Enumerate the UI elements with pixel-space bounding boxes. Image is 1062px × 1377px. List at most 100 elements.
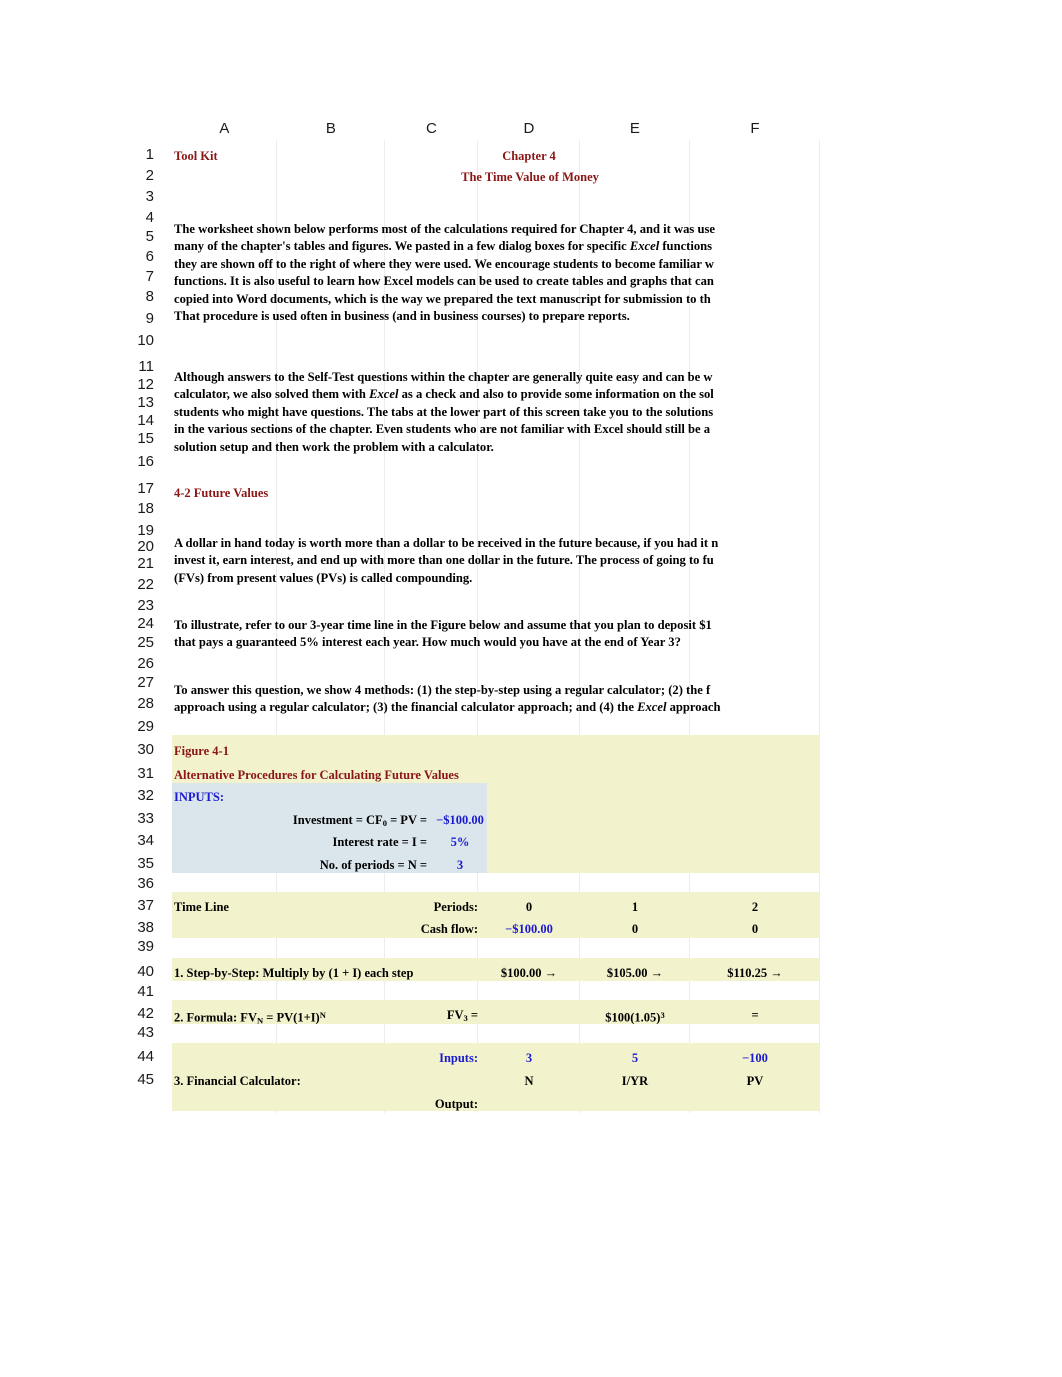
intro-line-5: copied into Word documents, which is the… bbox=[174, 291, 711, 306]
timeline-row-label: Time Line bbox=[174, 900, 229, 914]
figure-shading-row45 bbox=[172, 1089, 820, 1111]
method2-fv-label: FV3 = bbox=[446, 1008, 478, 1024]
row-number-25[interactable]: 25 bbox=[118, 634, 154, 651]
method1-value-0: $100.00 → bbox=[500, 966, 558, 980]
row-number-35[interactable]: 35 bbox=[118, 855, 154, 872]
illustrate-line-1: To illustrate, refer to our 3-year time … bbox=[174, 618, 712, 632]
cashflow-value-2: 0 bbox=[751, 922, 759, 936]
row-number-27[interactable]: 27 bbox=[118, 674, 154, 691]
row-number-33[interactable]: 33 bbox=[118, 810, 154, 827]
dollar-line-3: (FVs) from present values (PVs) is calle… bbox=[174, 570, 473, 585]
illustrate-paragraph: To illustrate, refer to our 3-year time … bbox=[174, 617, 874, 652]
row-number-5[interactable]: 5 bbox=[118, 228, 154, 245]
methods-paragraph: To answer this question, we show 4 metho… bbox=[174, 682, 874, 717]
row-number-40[interactable]: 40 bbox=[118, 963, 154, 980]
row-number-43[interactable]: 43 bbox=[118, 1024, 154, 1041]
row-number-11[interactable]: 11 bbox=[118, 358, 154, 375]
intro-line-4: functions. It is also useful to learn ho… bbox=[174, 274, 714, 289]
row-number-4[interactable]: 4 bbox=[118, 209, 154, 226]
row-number-42[interactable]: 42 bbox=[118, 1005, 154, 1022]
row-number-16[interactable]: 16 bbox=[118, 453, 154, 470]
input-label-interest-rate: Interest rate = I = bbox=[332, 835, 427, 849]
row-number-32[interactable]: 32 bbox=[118, 787, 154, 804]
row-number-44[interactable]: 44 bbox=[118, 1048, 154, 1065]
row-number-6[interactable]: 6 bbox=[118, 248, 154, 265]
column-header-e[interactable]: E bbox=[580, 118, 690, 140]
methods-line-1: To answer this question, we show 4 metho… bbox=[174, 683, 711, 697]
row-number-10[interactable]: 10 bbox=[118, 332, 154, 349]
intro-line-2: many of the chapter's tables and figures… bbox=[174, 239, 713, 254]
selftest-paragraph: Although answers to the Self-Test questi… bbox=[174, 369, 874, 456]
row-number-38[interactable]: 38 bbox=[118, 919, 154, 936]
intro-paragraph: The worksheet shown below performs most … bbox=[174, 221, 874, 325]
row-number-22[interactable]: 22 bbox=[118, 576, 154, 593]
row-number-29[interactable]: 29 bbox=[118, 718, 154, 735]
selftest-line-3: students who might have questions. The t… bbox=[174, 404, 714, 419]
row-number-20[interactable]: 20 bbox=[118, 538, 154, 555]
inputs-header: INPUTS: bbox=[174, 790, 225, 804]
calculator-input-iyr[interactable]: 5 bbox=[580, 1048, 690, 1069]
input-label-investment: Investment = CF0 = PV = bbox=[292, 813, 427, 829]
selftest-line-2: calculator, we also solved them with Exc… bbox=[174, 387, 714, 402]
row-number-15[interactable]: 15 bbox=[118, 430, 154, 447]
method1-value-1: $105.00 → bbox=[606, 966, 664, 980]
method2-label: 2. Formula: FVN = PV(1+I)N bbox=[174, 1010, 326, 1026]
column-header-a[interactable]: A bbox=[172, 118, 277, 140]
dollar-paragraph: A dollar in hand today is worth more tha… bbox=[174, 535, 874, 587]
calculator-input-n[interactable]: 3 bbox=[478, 1048, 580, 1069]
row-number-21[interactable]: 21 bbox=[118, 555, 154, 572]
row-number-19[interactable]: 19 bbox=[118, 522, 154, 539]
spreadsheet-grid: A B C D E F 1 2 3 4 5 6 7 8 9 10 11 12 13 14 15 16 17 18 1… bbox=[120, 118, 820, 1113]
row-number-2[interactable]: 2 bbox=[118, 167, 154, 184]
methods-line-2: approach using a regular calculator; (3)… bbox=[174, 700, 721, 715]
row-number-8[interactable]: 8 bbox=[118, 288, 154, 305]
input-value-periods[interactable]: 3 bbox=[433, 855, 487, 876]
row-number-37[interactable]: 37 bbox=[118, 897, 154, 914]
row-number-17[interactable]: 17 bbox=[118, 480, 154, 497]
row-number-23[interactable]: 23 bbox=[118, 597, 154, 614]
figure-title: Alternative Procedures for Calculating F… bbox=[174, 768, 459, 782]
column-header-c[interactable]: C bbox=[385, 118, 478, 140]
intro-line-3: they are shown off to the right of where… bbox=[174, 256, 714, 271]
selftest-line-1: Although answers to the Self-Test questi… bbox=[174, 370, 713, 384]
row-number-9[interactable]: 9 bbox=[118, 310, 154, 327]
period-value-1: 1 bbox=[631, 900, 639, 914]
column-header-f[interactable]: F bbox=[690, 118, 820, 140]
bottom-clip-mask bbox=[0, 1113, 1062, 1377]
row-number-7[interactable]: 7 bbox=[118, 268, 154, 285]
row-number-36[interactable]: 36 bbox=[118, 875, 154, 892]
row-number-18[interactable]: 18 bbox=[118, 500, 154, 517]
cashflow-value-0: −$100.00 bbox=[505, 922, 553, 936]
column-header-b[interactable]: B bbox=[277, 118, 385, 140]
row-number-45[interactable]: 45 bbox=[118, 1071, 154, 1088]
input-value-investment[interactable]: −$100.00 bbox=[433, 810, 487, 831]
row-number-3[interactable]: 3 bbox=[118, 188, 154, 205]
column-header-d[interactable]: D bbox=[478, 118, 580, 140]
row-number-14[interactable]: 14 bbox=[118, 412, 154, 429]
row-number-26[interactable]: 26 bbox=[118, 655, 154, 672]
dollar-line-1: A dollar in hand today is worth more tha… bbox=[174, 536, 719, 550]
row-number-28[interactable]: 28 bbox=[118, 695, 154, 712]
row-number-34[interactable]: 34 bbox=[118, 832, 154, 849]
periods-label: Periods: bbox=[433, 900, 478, 914]
row-number-31[interactable]: 31 bbox=[118, 765, 154, 782]
row-number-24[interactable]: 24 bbox=[118, 615, 154, 632]
row-number-41[interactable]: 41 bbox=[118, 983, 154, 1000]
chapter-title: Chapter 4 bbox=[502, 149, 556, 163]
chapter-subtitle: The Time Value of Money bbox=[461, 170, 599, 184]
row-number-39[interactable]: 39 bbox=[118, 938, 154, 955]
calculator-input-pv[interactable]: −100 bbox=[690, 1048, 820, 1069]
calculator-output-label: Output: bbox=[434, 1097, 478, 1111]
row-number-30[interactable]: 30 bbox=[118, 741, 154, 758]
intro-line-1: The worksheet shown below performs most … bbox=[174, 222, 715, 236]
arrow-icon: → bbox=[544, 966, 558, 980]
calculator-key-n: N bbox=[524, 1074, 534, 1088]
row-number-12[interactable]: 12 bbox=[118, 376, 154, 393]
method3-label: 3. Financial Calculator: bbox=[174, 1074, 301, 1088]
selftest-line-5: solution setup and then work the problem… bbox=[174, 439, 494, 454]
row-number-13[interactable]: 13 bbox=[118, 394, 154, 411]
arrow-icon: → bbox=[770, 966, 783, 980]
row-number-1[interactable]: 1 bbox=[118, 146, 154, 163]
intro-line-6: That procedure is used often in business… bbox=[174, 309, 630, 324]
input-value-interest-rate[interactable]: 5% bbox=[433, 832, 487, 853]
